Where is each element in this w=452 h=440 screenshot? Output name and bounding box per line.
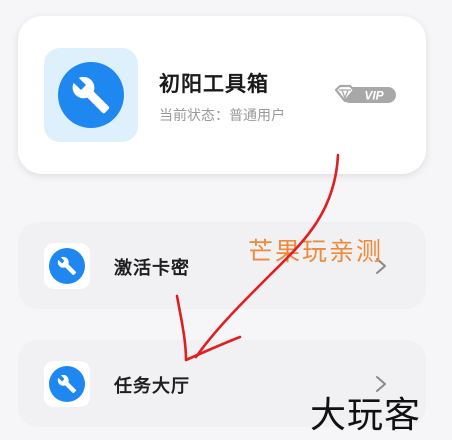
status-value: 普通用户 <box>229 108 285 124</box>
menu-icon-tile <box>44 361 90 407</box>
wrench-icon <box>72 76 110 114</box>
app-logo <box>44 48 138 142</box>
app-logo-circle <box>58 62 124 128</box>
vip-badge-text: VIP <box>364 89 384 103</box>
status-label: 当前状态： <box>159 108 229 124</box>
user-status: 当前状态：普通用户 <box>159 105 285 125</box>
profile-card: 初阳工具箱 当前状态：普通用户 VIP <box>18 16 426 174</box>
wrench-icon <box>57 256 77 276</box>
watermark-text: 大玩客 <box>310 395 422 436</box>
menu-item-label: 任务大厅 <box>114 376 190 397</box>
app-title: 初阳工具箱 <box>159 72 269 96</box>
vip-badge[interactable]: VIP <box>332 84 398 106</box>
menu-icon-tile <box>44 243 90 289</box>
menu-item-label: 激活卡密 <box>114 258 190 279</box>
annotation-text: 芒果玩亲测 <box>248 237 384 266</box>
wrench-icon <box>57 374 77 394</box>
